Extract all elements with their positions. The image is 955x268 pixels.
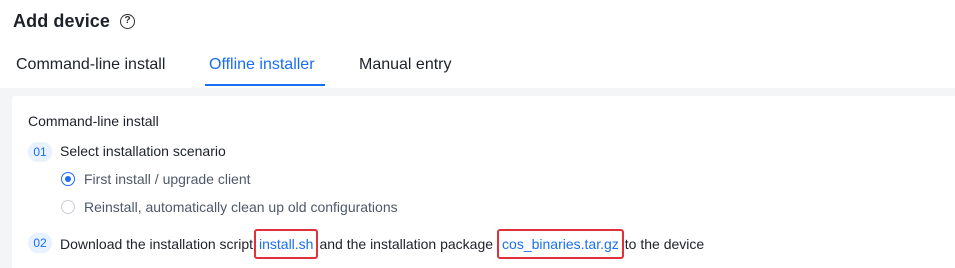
binaries-package-link[interactable]: cos_binaries.tar.gz (502, 236, 619, 252)
highlight-box: cos_binaries.tar.gz (497, 229, 624, 259)
radio-checked-icon[interactable] (61, 172, 75, 186)
radio-unchecked-icon[interactable] (61, 200, 75, 214)
tab-manual-entry[interactable]: Manual entry (359, 50, 452, 87)
step-title: Select installation scenario (60, 143, 226, 159)
highlight-box: install.sh (254, 229, 319, 259)
tab-bar: Command-line install Offline installer M… (0, 50, 955, 87)
question-circle-icon[interactable]: ? (120, 13, 136, 29)
tab-offline-installer[interactable]: Offline installer (205, 50, 319, 87)
step-text-middle: and the installation package (319, 236, 494, 252)
page-header: Add device ? (13, 8, 136, 34)
radio-option-reinstall[interactable]: Reinstall, automatically clean up old co… (61, 199, 398, 215)
radio-option-first-install[interactable]: First install / upgrade client (61, 171, 251, 187)
step-number-badge: 02 (28, 233, 52, 253)
radio-label: First install / upgrade client (84, 171, 251, 187)
page-title: Add device (13, 10, 111, 31)
section-title: Command-line install (28, 113, 159, 129)
install-script-link[interactable]: install.sh (259, 236, 313, 252)
step-number-badge: 01 (28, 142, 52, 162)
step-download-text: Download the installation script install… (60, 229, 705, 259)
radio-label: Reinstall, automatically clean up old co… (84, 199, 398, 215)
tab-command-line-install[interactable]: Command-line install (16, 50, 165, 87)
add-device-page: Add device ? Command-line install Offlin… (0, 0, 955, 268)
step-text-prefix: Download the installation script (60, 236, 253, 252)
active-tab-indicator (205, 84, 325, 86)
step-text-suffix: to the device (624, 236, 705, 252)
